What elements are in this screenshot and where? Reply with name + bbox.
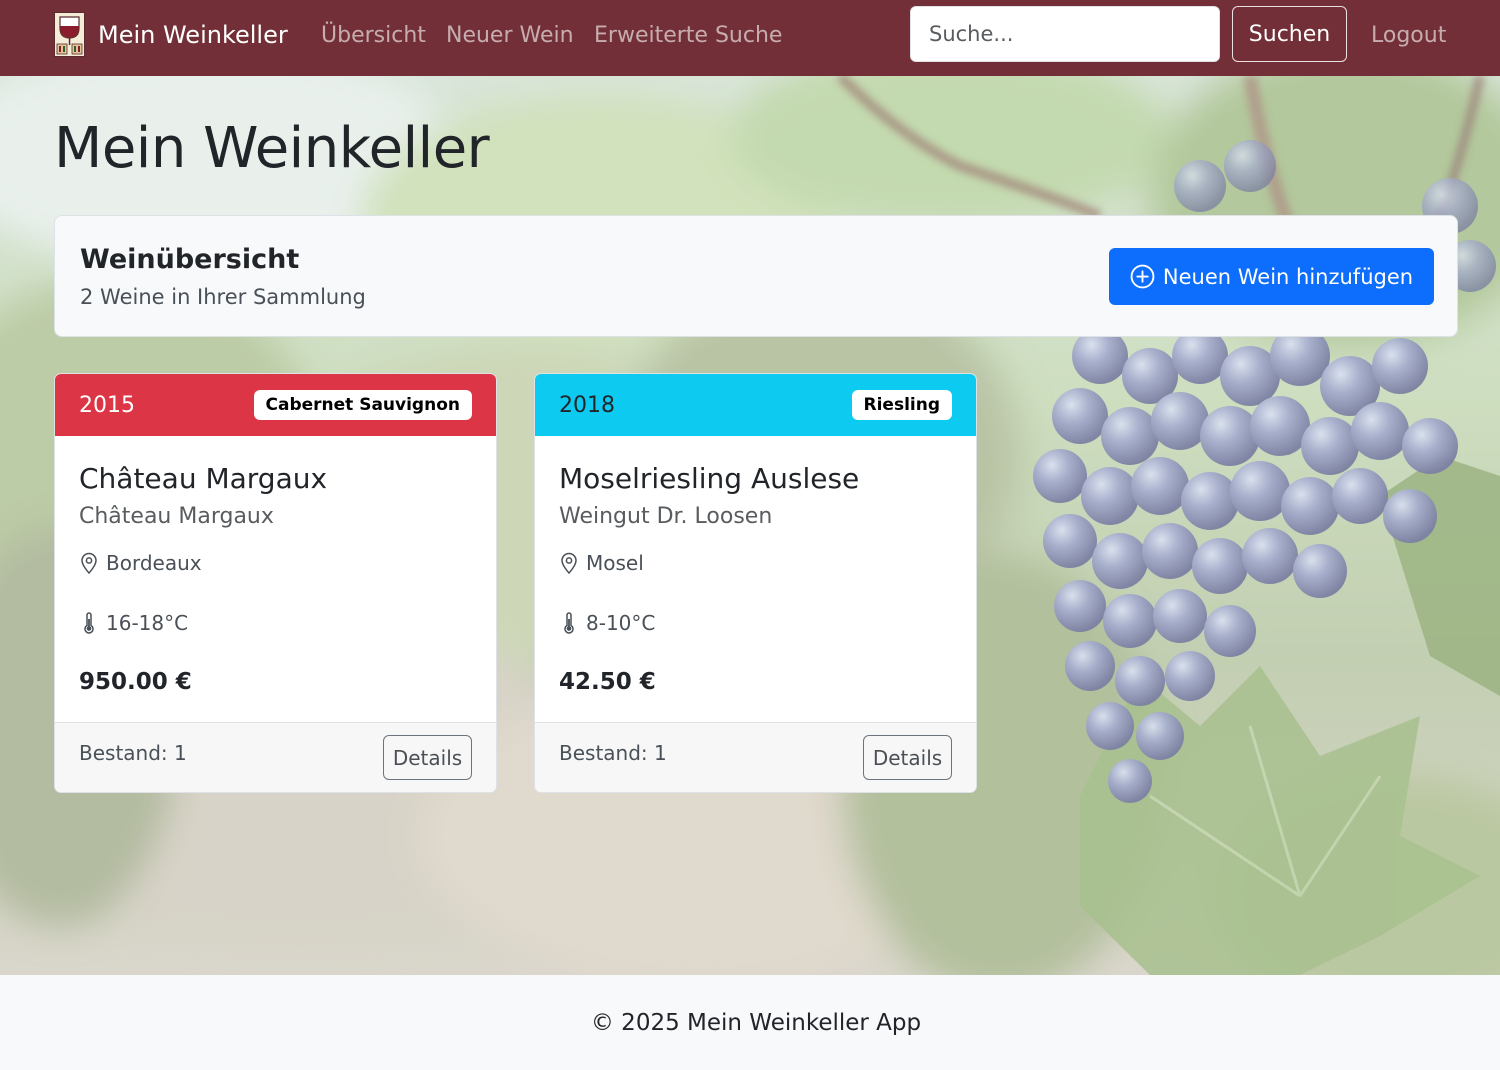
- wine-name: Château Margaux: [79, 462, 328, 495]
- nav-link-uebersicht[interactable]: Übersicht: [321, 22, 426, 50]
- nav-link-erweiterte-suche[interactable]: Erweiterte Suche: [594, 22, 782, 50]
- wine-overview-panel: Weinübersicht 2 Weine in Ihrer Sammlung …: [54, 215, 1458, 337]
- logout-link[interactable]: Logout: [1371, 22, 1446, 50]
- wine-price: 42.50 €: [559, 669, 656, 695]
- collection-count: 2 Weine in Ihrer Sammlung: [80, 285, 366, 309]
- overview-title: Weinübersicht: [80, 244, 300, 275]
- plus-circle-icon: [1130, 264, 1155, 289]
- wine-price: 950.00 €: [79, 669, 192, 695]
- wine-temperature-label: 16-18°C: [106, 611, 189, 635]
- wine-glass-logo-icon: [54, 12, 85, 57]
- wine-card: 2018 Riesling Moselriesling Auslese Wein…: [534, 373, 977, 793]
- wine-card-header: 2018 Riesling: [535, 374, 976, 436]
- wine-stock: Bestand: 1: [79, 741, 187, 765]
- wine-year: 2018: [559, 393, 615, 418]
- wine-card-footer: Bestand: 1 Details: [55, 722, 496, 792]
- grape-badge: Cabernet Sauvignon: [253, 390, 472, 420]
- brand-title: Mein Weinkeller: [98, 20, 288, 49]
- wine-region-label: Bordeaux: [106, 551, 202, 575]
- details-button[interactable]: Details: [383, 735, 472, 780]
- grape-badge: Riesling: [851, 390, 952, 420]
- thermometer-icon: [84, 612, 94, 634]
- page-title: Mein Weinkeller: [54, 116, 490, 181]
- brand-link[interactable]: Mein Weinkeller: [54, 12, 288, 57]
- copyright-text: © 2025 Mein Weinkeller App: [590, 1009, 922, 1036]
- wine-winery: Weingut Dr. Loosen: [559, 504, 773, 529]
- search-input[interactable]: [910, 6, 1220, 62]
- wine-card-footer: Bestand: 1 Details: [535, 722, 976, 792]
- wine-temperature: 16-18°C: [79, 610, 188, 636]
- location-pin-icon: [81, 552, 97, 574]
- navbar: Mein Weinkeller Übersicht Neuer Wein Erw…: [0, 0, 1500, 76]
- wine-temperature: 8-10°C: [559, 610, 655, 636]
- wine-winery: Château Margaux: [79, 504, 274, 529]
- wine-region: Bordeaux: [79, 550, 202, 576]
- add-wine-button-label: Neuen Wein hinzufügen: [1162, 264, 1414, 289]
- thermometer-icon: [564, 612, 574, 634]
- wine-card-header: 2015 Cabernet Sauvignon: [55, 374, 496, 436]
- wine-region-label: Mosel: [586, 551, 644, 575]
- wine-temperature-label: 8-10°C: [586, 611, 656, 635]
- wine-name: Moselriesling Auslese: [559, 462, 860, 495]
- nav-link-neuer-wein[interactable]: Neuer Wein: [446, 22, 574, 50]
- page-footer: © 2025 Mein Weinkeller App: [0, 975, 1500, 1070]
- wine-year: 2015: [79, 393, 135, 418]
- details-button[interactable]: Details: [863, 735, 952, 780]
- add-wine-button[interactable]: Neuen Wein hinzufügen: [1109, 248, 1434, 305]
- wine-stock: Bestand: 1: [559, 741, 667, 765]
- wine-region: Mosel: [559, 550, 644, 576]
- location-pin-icon: [561, 552, 577, 574]
- wine-card: 2015 Cabernet Sauvignon Château Margaux …: [54, 373, 497, 793]
- search-button[interactable]: Suchen: [1232, 6, 1347, 62]
